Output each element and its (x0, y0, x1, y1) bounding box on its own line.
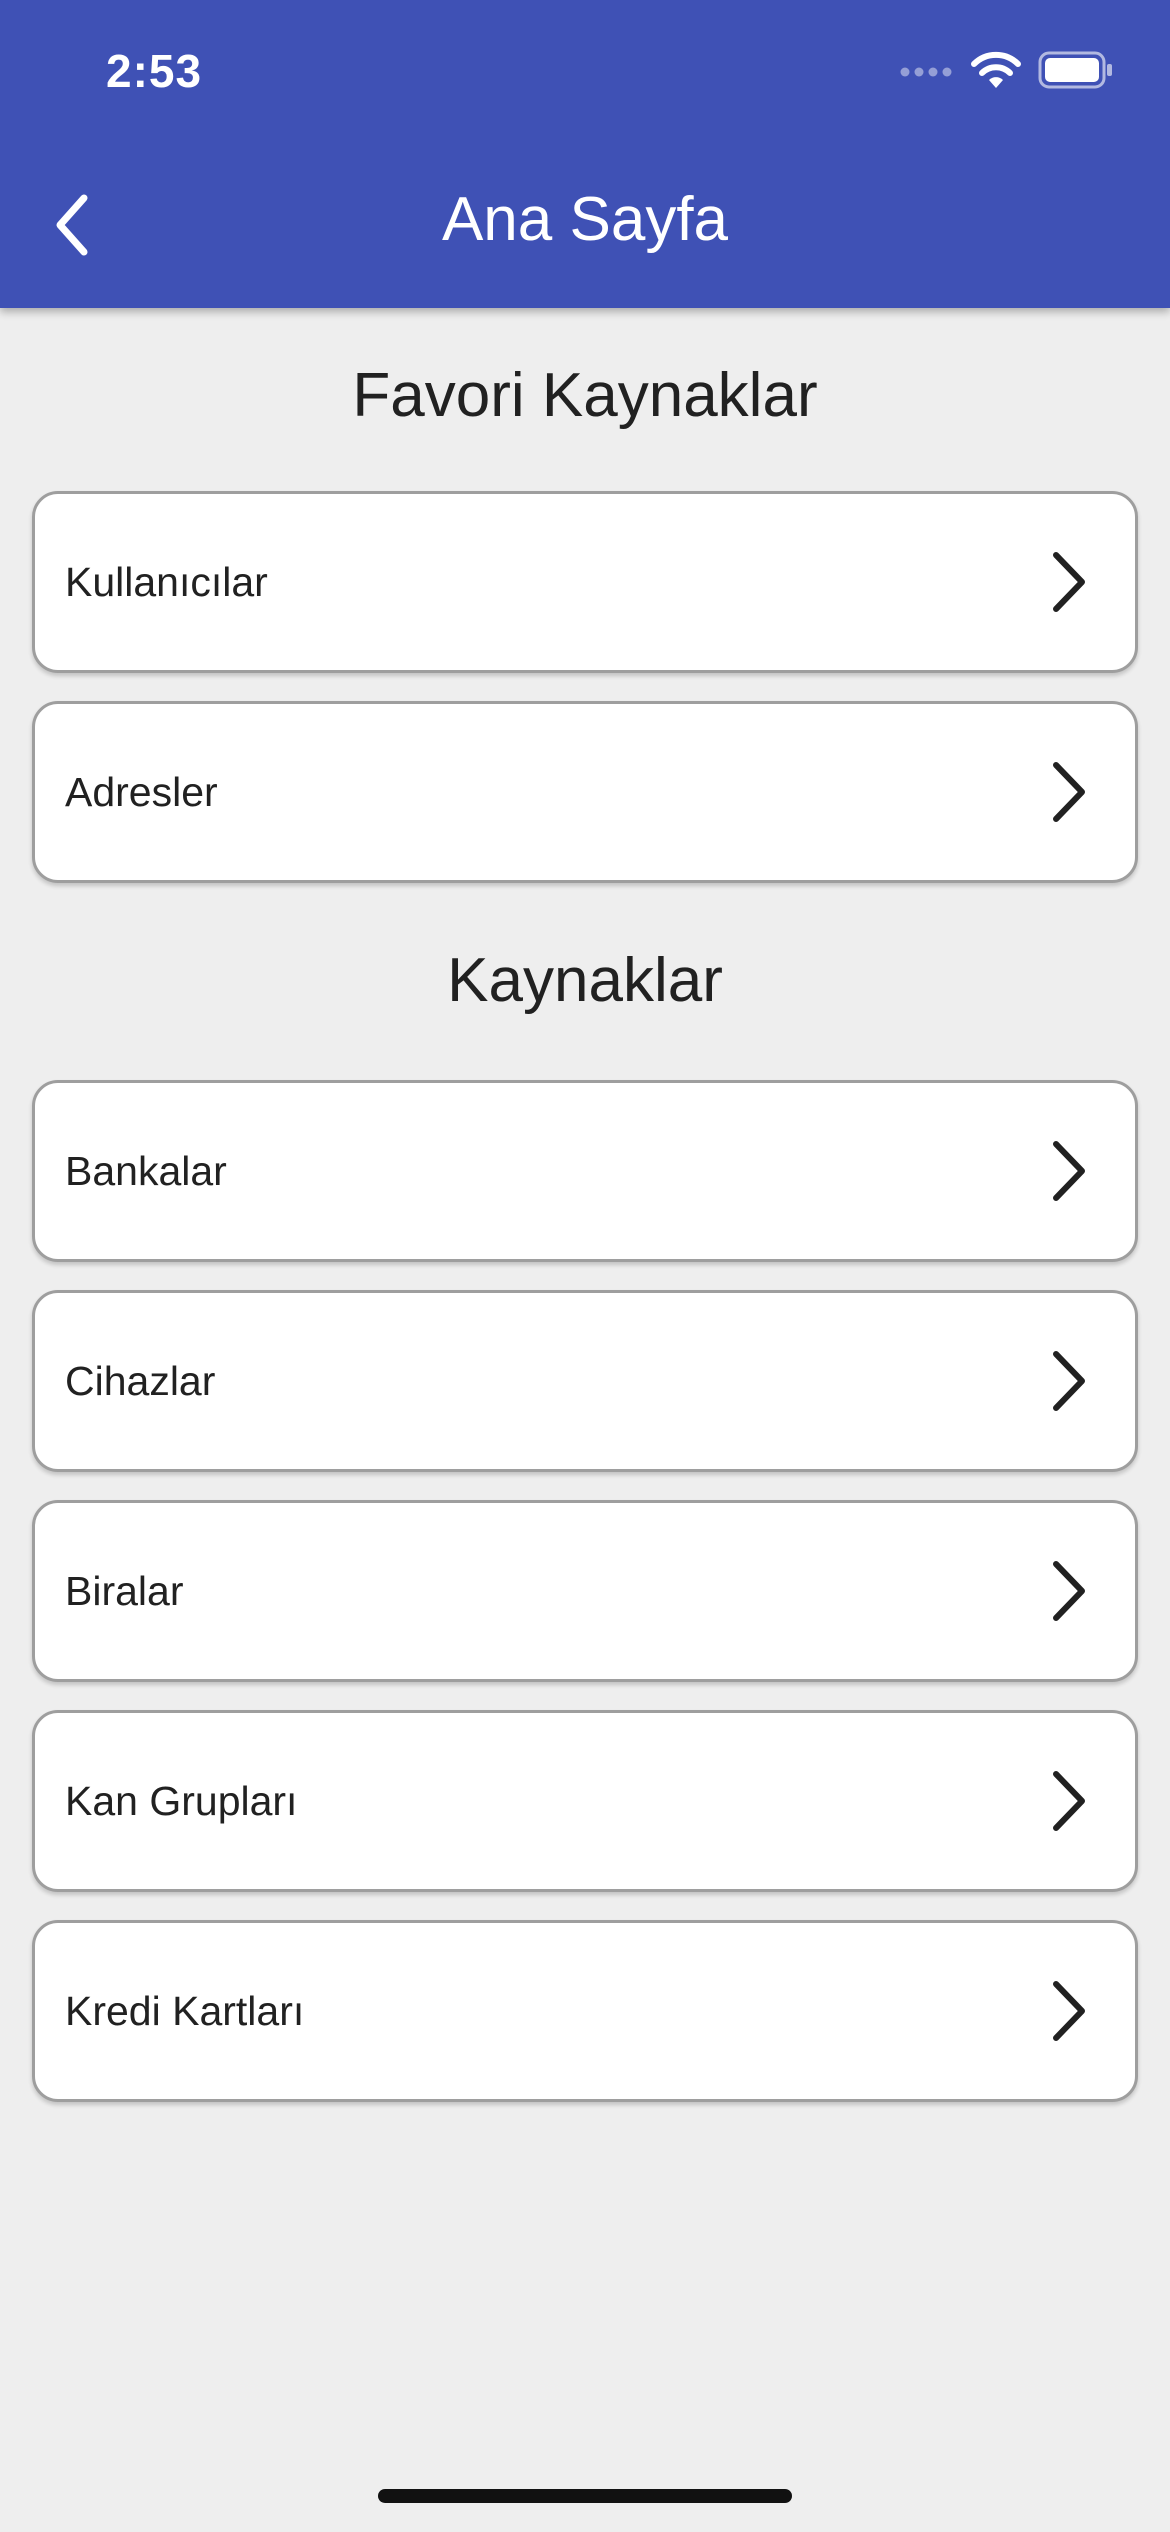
page-title: Ana Sayfa (441, 185, 729, 254)
resources-list: Bankalar Cihazlar Biralar Kan Grupları K… (0, 1080, 1170, 2102)
list-item-label: Biralar (65, 1567, 184, 1614)
list-item-label: Cihazlar (65, 1357, 216, 1404)
list-item-adresler[interactable]: Adresler (32, 701, 1138, 883)
app-bar: 2:53 Ana Sayfa (0, 0, 1170, 308)
status-time: 2:53 (106, 45, 203, 97)
favorites-section-title: Favori Kaynaklar (352, 361, 818, 430)
wifi-icon (971, 51, 1021, 88)
favorites-list: Kullanıcılar Adresler (0, 491, 1170, 883)
list-item-label: Kredi Kartları (65, 1987, 305, 2034)
list-item-label: Kan Grupları (65, 1777, 298, 1824)
list-item-cihazlar[interactable]: Cihazlar (32, 1290, 1138, 1472)
chevron-right-icon (1053, 1771, 1085, 1831)
chevron-right-icon (1053, 1561, 1085, 1621)
list-item-kan-gruplari[interactable]: Kan Grupları (32, 1710, 1138, 1892)
resources-section-title: Kaynaklar (447, 946, 723, 1015)
list-item-label: Adresler (65, 768, 218, 815)
chevron-right-icon (1053, 1351, 1085, 1411)
home-indicator[interactable] (378, 2489, 792, 2503)
chevron-right-icon (1053, 552, 1085, 612)
list-item-kredi-kartlari[interactable]: Kredi Kartları (32, 1920, 1138, 2102)
status-icons (900, 50, 1114, 90)
chevron-right-icon (1053, 1981, 1085, 2041)
battery-icon (1038, 51, 1112, 89)
cellular-signal-icon (900, 67, 952, 77)
chevron-right-icon (1053, 1141, 1085, 1201)
list-item-kullanicilar[interactable]: Kullanıcılar (32, 491, 1138, 673)
chevron-right-icon (1053, 762, 1085, 822)
list-item-label: Bankalar (65, 1147, 227, 1194)
list-item-bankalar[interactable]: Bankalar (32, 1080, 1138, 1262)
main-content: Favori Kaynaklar Kullanıcılar Adresler K… (0, 308, 1170, 2130)
list-item-biralar[interactable]: Biralar (32, 1500, 1138, 1682)
list-item-label: Kullanıcılar (65, 558, 268, 605)
